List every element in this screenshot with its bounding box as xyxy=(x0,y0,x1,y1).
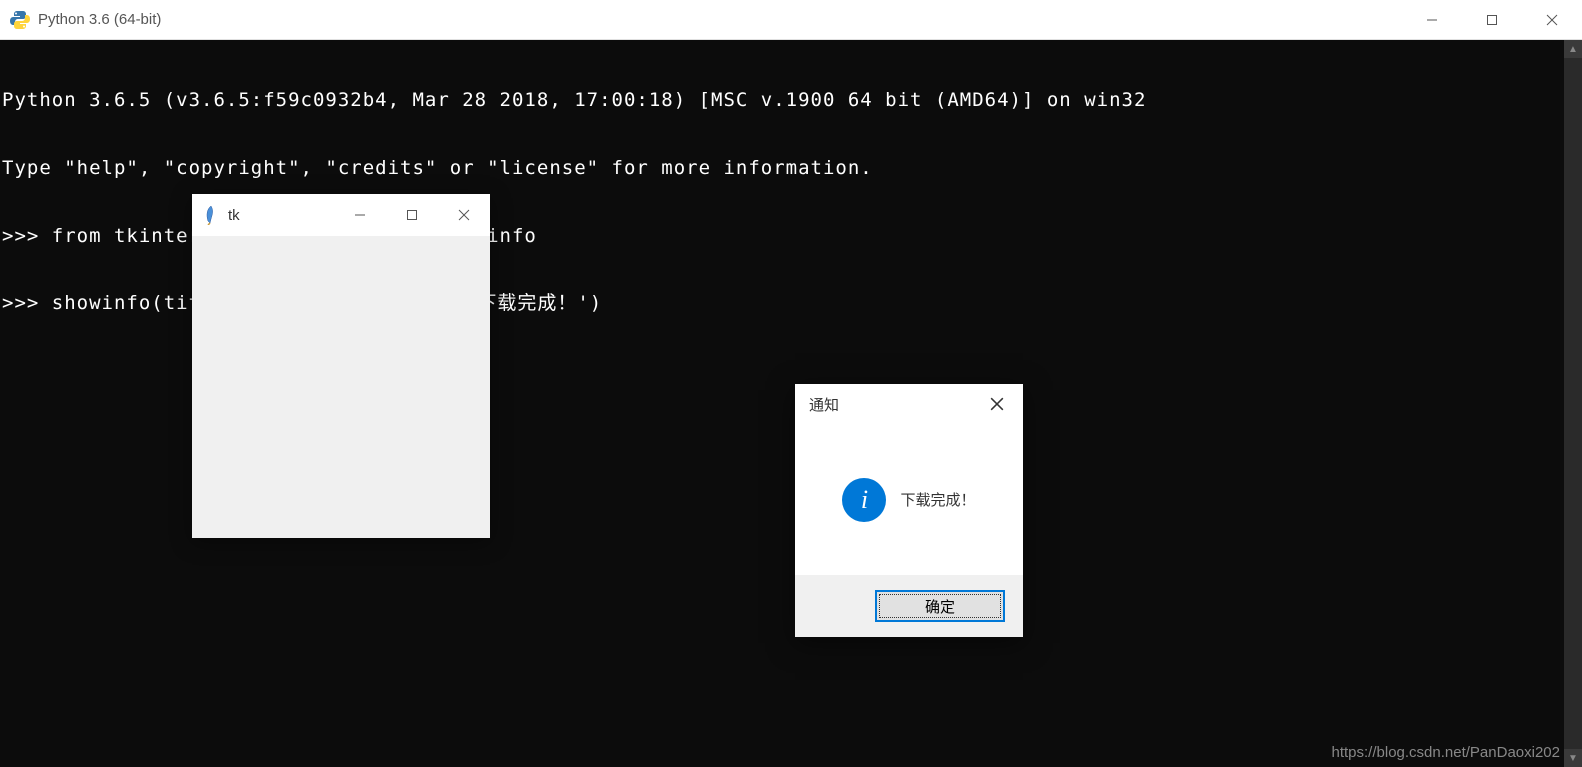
tk-root-window[interactable]: tk xyxy=(192,194,490,538)
msgbox-title: 通知 xyxy=(809,394,985,415)
close-button[interactable] xyxy=(1522,0,1582,39)
tk-body xyxy=(192,236,490,538)
msgbox-body: i 下载完成！ xyxy=(795,424,1023,575)
tk-titlebar[interactable]: tk xyxy=(192,194,490,236)
info-icon: i xyxy=(842,478,886,522)
ok-button[interactable]: 确定 xyxy=(875,590,1005,622)
console-line: Type "help", "copyright", "credits" or "… xyxy=(2,157,1580,181)
feather-icon xyxy=(202,205,220,225)
tk-maximize-button[interactable] xyxy=(386,194,438,236)
tk-close-button[interactable] xyxy=(438,194,490,236)
watermark: https://blog.csdn.net/PanDaoxi202 xyxy=(1332,744,1561,761)
msgbox-close-button[interactable] xyxy=(985,392,1009,416)
msgbox-titlebar[interactable]: 通知 xyxy=(795,384,1023,424)
maximize-button[interactable] xyxy=(1462,0,1522,39)
python-icon xyxy=(10,10,30,30)
scroll-down-arrow[interactable]: ▼ xyxy=(1564,749,1582,767)
msgbox-message: 下载完成！ xyxy=(900,489,975,510)
main-window-controls xyxy=(1402,0,1582,39)
scrollbar[interactable]: ▲ ▼ xyxy=(1564,40,1582,767)
tk-title: tk xyxy=(228,207,334,224)
main-titlebar[interactable]: Python 3.6 (64-bit) xyxy=(0,0,1582,40)
msgbox-footer: 确定 xyxy=(795,575,1023,637)
tk-minimize-button[interactable] xyxy=(334,194,386,236)
minimize-button[interactable] xyxy=(1402,0,1462,39)
scroll-up-arrow[interactable]: ▲ xyxy=(1564,40,1582,58)
tk-window-controls xyxy=(334,194,490,236)
main-title: Python 3.6 (64-bit) xyxy=(38,11,1402,28)
console-line: Python 3.6.5 (v3.6.5:f59c0932b4, Mar 28 … xyxy=(2,89,1580,113)
messagebox-dialog[interactable]: 通知 i 下载完成！ 确定 xyxy=(795,384,1023,637)
